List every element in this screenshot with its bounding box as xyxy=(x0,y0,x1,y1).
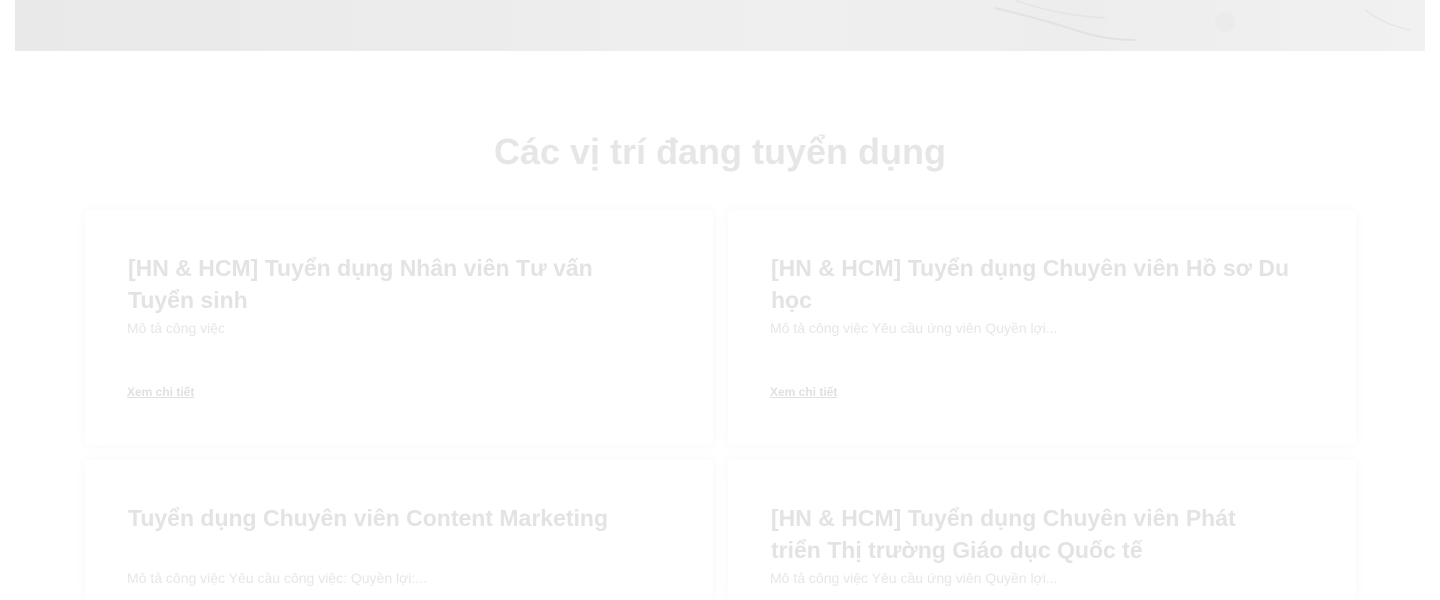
job-excerpt: Mô tả công việc Yêu cầu ứng viên Quyền l… xyxy=(770,320,1058,336)
job-card: [HN & HCM] Tuyển dụng Chuyên viên Phát t… xyxy=(728,460,1356,600)
job-card: [HN & HCM] Tuyển dụng Chuyên viên Hồ sơ … xyxy=(728,210,1356,445)
job-title[interactable]: [HN & HCM] Tuyển dụng Chuyên viên Phát t… xyxy=(771,502,1291,566)
job-card: Tuyển dụng Chuyên viên Content Marketing… xyxy=(85,460,713,600)
job-title[interactable]: [HN & HCM] Tuyển dụng Nhân viên Tư vấn T… xyxy=(128,252,648,316)
section-title: Các vị trí đang tuyển dụng xyxy=(493,131,947,172)
view-details-link[interactable]: Xem chi tiết xyxy=(127,385,194,399)
job-excerpt: Mô tả công việc Yêu cầu công việc: Quyền… xyxy=(127,570,427,586)
hero-background-image xyxy=(994,0,1411,41)
hero-banner xyxy=(15,0,1425,51)
job-title[interactable]: Tuyển dụng Chuyên viên Content Marketing xyxy=(128,502,648,534)
job-title[interactable]: [HN & HCM] Tuyển dụng Chuyên viên Hồ sơ … xyxy=(771,252,1291,316)
job-excerpt: Mô tả công việc Yêu cầu ứng viên Quyền l… xyxy=(770,570,1058,586)
job-excerpt: Mô tả công việc xyxy=(127,320,226,336)
job-card: [HN & HCM] Tuyển dụng Nhân viên Tư vấn T… xyxy=(85,210,713,445)
view-details-link[interactable]: Xem chi tiết xyxy=(770,385,837,399)
